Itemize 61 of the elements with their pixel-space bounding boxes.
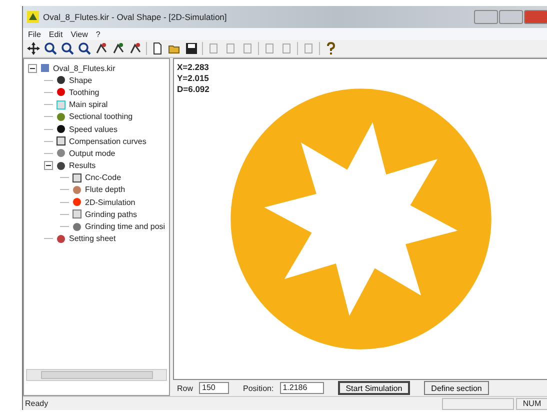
tree-item[interactable]: Oval_8_Flutes.kir: [53, 64, 116, 73]
node-icon: [72, 172, 82, 183]
toolbar-icon[interactable]: [95, 42, 108, 55]
tree-item[interactable]: Grinding paths: [85, 210, 138, 219]
tree-item[interactable]: 2D-Simulation: [85, 198, 136, 207]
toolbar-icon[interactable]: [185, 42, 198, 55]
toolbar-icon[interactable]: [61, 42, 74, 55]
toolbar-icon[interactable]: [324, 42, 337, 55]
toolbar-icon[interactable]: [78, 42, 91, 55]
collapse-icon[interactable]: [28, 64, 37, 73]
menu-item[interactable]: View: [70, 30, 88, 38]
toolbar-icon[interactable]: [112, 42, 125, 55]
menu-item[interactable]: ?: [96, 30, 100, 38]
toolbar-icon[interactable]: [151, 42, 164, 55]
tree-item[interactable]: Sectional toothing: [69, 112, 133, 122]
toolbar-icon[interactable]: [27, 42, 40, 55]
status-pane: [442, 398, 514, 410]
coordinate-readout: X=2.283: [177, 62, 210, 73]
toolbar-icon[interactable]: [44, 42, 57, 55]
node-icon: [72, 184, 82, 195]
horizontal-scrollbar[interactable]: [26, 369, 167, 381]
node-icon: [56, 112, 66, 122]
tree-item[interactable]: Toothing: [69, 88, 100, 97]
define-section-button[interactable]: Define section: [424, 381, 489, 395]
tree-item[interactable]: Setting sheet: [69, 234, 116, 244]
node-icon: [56, 234, 66, 244]
window-title: Oval_8_Flutes.kir - Oval Shape - [2D-Simulation]: [43, 12, 227, 22]
tree-item[interactable]: Output mode: [69, 148, 116, 158]
node-icon: [72, 222, 82, 232]
node-icon: [72, 209, 82, 220]
tree-item[interactable]: Flute depth: [85, 185, 126, 194]
menu-item[interactable]: File: [28, 30, 41, 38]
num-lock-indicator: NUM: [516, 398, 547, 410]
collapse-icon[interactable]: [44, 161, 53, 170]
tree-item[interactable]: Speed values: [69, 124, 118, 134]
row-label: Row: [177, 384, 194, 392]
coordinate-readout: Y=2.015: [177, 73, 210, 84]
node-icon: [56, 100, 66, 110]
node-icon: [56, 75, 66, 86]
position-label: Position:: [243, 384, 274, 392]
row-field[interactable]: 150: [199, 382, 230, 394]
node-icon: [56, 160, 66, 171]
status-message: Ready: [24, 399, 50, 408]
node-icon: [56, 148, 66, 158]
node-icon: [56, 124, 66, 134]
toolbar-icon[interactable]: [129, 42, 142, 55]
position-field[interactable]: 1.2186: [280, 382, 324, 394]
tree-item[interactable]: Compensation curves: [69, 136, 146, 146]
node-icon: [72, 197, 82, 208]
coordinate-readout: D=6.092: [177, 84, 210, 95]
tree-item[interactable]: Shape: [69, 76, 92, 85]
node-icon: [56, 136, 66, 146]
tree-item[interactable]: Grinding time and posi: [85, 222, 166, 232]
start-simulation-button[interactable]: Start Simulation: [338, 381, 410, 395]
tree-item[interactable]: Main spiral: [69, 100, 108, 110]
node-icon: [40, 63, 50, 74]
menu-item[interactable]: Edit: [48, 30, 63, 38]
app-icon: [27, 11, 39, 23]
tree-item[interactable]: Cnc-Code: [85, 173, 122, 182]
node-icon: [56, 87, 66, 98]
tree-item[interactable]: Results: [69, 161, 96, 170]
